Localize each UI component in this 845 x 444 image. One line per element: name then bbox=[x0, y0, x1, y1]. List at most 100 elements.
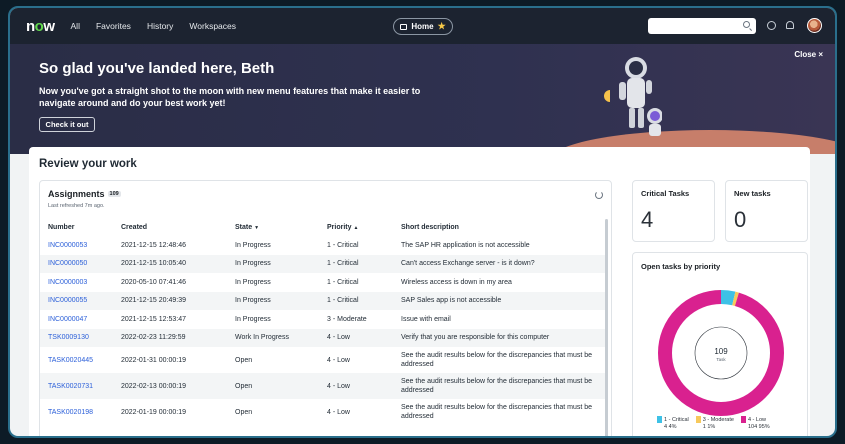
sort-desc-icon: ▼ bbox=[254, 225, 260, 231]
star-icon[interactable]: ★ bbox=[438, 21, 446, 32]
critical-tasks-value: 4 bbox=[641, 207, 654, 232]
global-search-input[interactable] bbox=[648, 18, 756, 34]
notification-bell-icon[interactable] bbox=[786, 21, 794, 29]
search-icon bbox=[743, 21, 750, 28]
assignments-card: Assignments 109 Last refreshed 7m ago. Nu… bbox=[39, 180, 612, 436]
state-cell: In Progress bbox=[235, 278, 271, 286]
review-your-work-panel: Review your work Assignments 109 Last ref… bbox=[29, 147, 810, 436]
description-cell: Verify that you are responsible for this… bbox=[401, 328, 607, 347]
table-row[interactable]: TASK0020445 2022-01-31 00:00:19 Open 4 - Lo… bbox=[40, 347, 607, 373]
legend-item[interactable]: 1 - Critical 4 4% bbox=[657, 416, 689, 430]
description-cell: See the audit results below for the disc… bbox=[401, 352, 593, 368]
created-cell: 2022-01-19 00:00:19 bbox=[121, 408, 186, 416]
home-tab-button[interactable]: Home ★ bbox=[393, 18, 453, 35]
table-row[interactable]: INC0000050 2021-12-15 10:05:40 In Progress… bbox=[40, 254, 607, 273]
created-cell: 2021-12-15 20:49:39 bbox=[121, 291, 235, 310]
table-scrollbar[interactable] bbox=[605, 219, 608, 436]
donut-center-value: 109 bbox=[714, 347, 728, 356]
legend-pct: 4% bbox=[668, 424, 677, 430]
legend-name: 3 - Moderate bbox=[702, 416, 734, 423]
nav-all[interactable]: All bbox=[71, 21, 80, 31]
number-link[interactable]: TASK0020731 bbox=[40, 373, 121, 399]
state-cell: Work In Progress bbox=[235, 328, 327, 347]
review-title: Review your work bbox=[39, 158, 137, 170]
table-row[interactable]: INC0000003 2020-05-10 07:41:46 In Progress… bbox=[40, 273, 607, 292]
legend-pct: 95% bbox=[758, 424, 770, 430]
description-cell: SAP Sales app is not accessible bbox=[401, 291, 607, 310]
state-cell: Open bbox=[235, 373, 327, 399]
description-cell: See the audit results below for the disc… bbox=[401, 404, 593, 420]
column-created[interactable]: Created bbox=[121, 219, 235, 236]
assignments-count-badge: 109 bbox=[107, 191, 121, 197]
table-row[interactable]: TASK0020198 2022-01-19 00:00:19 Open 4 - Lo… bbox=[40, 399, 607, 425]
nav-favorites[interactable]: Favorites bbox=[96, 21, 131, 31]
number-link[interactable]: TSK0009130 bbox=[40, 328, 121, 347]
number-link[interactable]: INC0000055 bbox=[40, 291, 121, 310]
column-short-description[interactable]: Short description bbox=[401, 219, 607, 236]
legend-count: 4 bbox=[664, 424, 668, 430]
priority-cell: 1 - Critical bbox=[327, 278, 359, 286]
astronaut-illustration bbox=[619, 57, 662, 136]
user-avatar[interactable] bbox=[807, 18, 822, 33]
table-row[interactable]: INC0000047 2021-12-15 12:53:47 In Progress… bbox=[40, 310, 607, 329]
new-tasks-label: New tasks bbox=[734, 189, 771, 198]
legend-swatch bbox=[657, 416, 662, 423]
welcome-banner: So glad you've landed here, Beth Now you… bbox=[10, 44, 835, 154]
number-link[interactable]: TASK0020445 bbox=[40, 347, 121, 373]
nav-history[interactable]: History bbox=[147, 21, 173, 31]
created-cell: 2022-02-23 11:29:59 bbox=[121, 328, 235, 347]
number-link[interactable]: INC0000047 bbox=[40, 310, 121, 329]
number-link[interactable]: INC0000050 bbox=[40, 254, 121, 273]
legend-item[interactable]: 4 - Low 104 95% bbox=[740, 416, 770, 430]
table-row[interactable]: TASK0020731 2022-02-13 00:00:19 Open 4 - Lo… bbox=[40, 373, 607, 399]
priority-cell: 3 - Moderate bbox=[327, 315, 367, 323]
tab-icon bbox=[400, 23, 408, 30]
column-priority[interactable]: Priority ▲ bbox=[327, 219, 401, 236]
new-tasks-card[interactable]: New tasks 0 bbox=[725, 180, 808, 242]
close-banner-button[interactable]: Close × bbox=[794, 50, 823, 59]
refresh-icon[interactable] bbox=[595, 191, 603, 199]
nav-workspaces[interactable]: Workspaces bbox=[189, 21, 236, 31]
table-row[interactable]: TSK0009130 2022-02-23 11:29:59 Work In Pro… bbox=[40, 328, 607, 347]
number-link[interactable]: TASK0020198 bbox=[40, 399, 121, 425]
top-nav: now All Favorites History Workspaces Hom… bbox=[10, 8, 835, 44]
created-cell: 2021-12-15 12:48:46 bbox=[121, 241, 186, 249]
priority-cell: 1 - Critical bbox=[327, 241, 359, 249]
description-cell: Can't access Exchange server - is it dow… bbox=[401, 254, 607, 273]
priority-cell: 1 - Critical bbox=[327, 291, 401, 310]
state-cell: Open bbox=[235, 356, 253, 364]
description-cell: See the audit results below for the disc… bbox=[401, 373, 607, 399]
table-row[interactable]: INC0000053 2021-12-15 12:48:46 In Progress… bbox=[40, 236, 607, 255]
description-cell: Issue with email bbox=[401, 315, 451, 323]
planet-illustration bbox=[604, 90, 610, 102]
priority-cell: 4 - Low bbox=[327, 356, 350, 364]
critical-tasks-label: Critical Tasks bbox=[641, 189, 690, 198]
donut-legend: 1 - Critical 4 4% 3 - Moderate 1 1% 4 - Low 1… bbox=[657, 416, 770, 430]
assignments-title: Assignments 109 bbox=[48, 189, 121, 199]
number-link[interactable]: INC0000053 bbox=[40, 236, 121, 255]
assignments-table: Number Created State ▼ Priority ▲ Short de… bbox=[40, 219, 607, 425]
legend-count: 104 bbox=[747, 424, 758, 430]
legend-pct: 1% bbox=[707, 424, 716, 430]
home-tab-label: Home bbox=[411, 22, 434, 31]
description-cell: The SAP HR application is not accessible bbox=[401, 241, 530, 249]
check-it-out-button[interactable]: Check it out bbox=[39, 117, 95, 132]
legend-swatch bbox=[740, 416, 746, 423]
help-icon[interactable] bbox=[767, 21, 776, 30]
critical-tasks-card[interactable]: Critical Tasks 4 bbox=[632, 180, 715, 242]
table-row[interactable]: INC0000055 2021-12-15 20:49:39 In Progress… bbox=[40, 291, 607, 310]
legend-item[interactable]: 3 - Moderate 1 1% bbox=[695, 416, 734, 430]
donut-center-label: Task bbox=[716, 357, 726, 362]
priority-cell: 1 - Critical bbox=[327, 254, 401, 273]
column-state[interactable]: State ▼ bbox=[235, 219, 327, 236]
legend-count: 1 bbox=[702, 424, 706, 430]
column-number[interactable]: Number bbox=[40, 219, 121, 236]
priority-cell: 4 - Low bbox=[327, 328, 401, 347]
created-cell: 2021-12-15 10:05:40 bbox=[121, 254, 235, 273]
number-link[interactable]: INC0000003 bbox=[40, 273, 121, 292]
legend-name: 4 - Low bbox=[747, 416, 766, 423]
created-cell: 2022-01-31 00:00:19 bbox=[121, 356, 186, 364]
now-logo[interactable]: now bbox=[26, 18, 55, 35]
open-tasks-by-priority-card: Open tasks by priority 109 Task 1 - Criti… bbox=[632, 252, 808, 436]
state-cell: In Progress bbox=[235, 315, 271, 323]
